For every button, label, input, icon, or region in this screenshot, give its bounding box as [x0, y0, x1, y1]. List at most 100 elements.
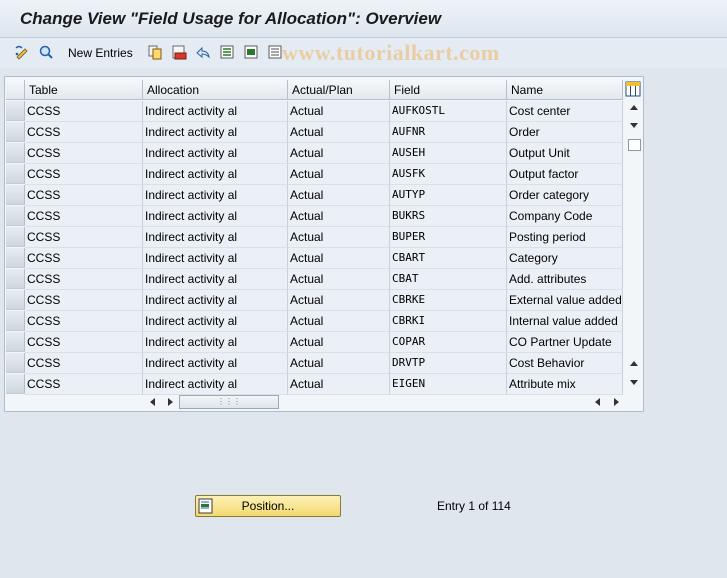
scroll-down-small-icon[interactable] [626, 118, 642, 132]
table-cell[interactable]: Indirect activity al [143, 164, 288, 185]
table-cell[interactable]: Attribute mix [507, 374, 623, 395]
table-cell[interactable]: Actual [288, 227, 390, 248]
table-cell[interactable]: DRVTP [390, 353, 507, 374]
table-cell[interactable]: CBRKE [390, 290, 507, 311]
table-cell[interactable]: CCSS [25, 164, 143, 185]
delete-icon[interactable] [171, 44, 187, 60]
table-cell[interactable]: Indirect activity al [143, 227, 288, 248]
table-cell[interactable]: Actual [288, 332, 390, 353]
table-cell[interactable]: Add. attributes [507, 269, 623, 290]
deselect-all-icon[interactable] [267, 44, 283, 60]
table-cell[interactable]: Indirect activity al [143, 290, 288, 311]
select-all-icon[interactable] [219, 44, 235, 60]
table-cell[interactable]: CCSS [25, 332, 143, 353]
horizontal-scroll-thumb[interactable]: ⋮⋮⋮ [179, 395, 279, 409]
table-cell[interactable]: BUKRS [390, 206, 507, 227]
table-cell[interactable]: Company Code [507, 206, 623, 227]
table-cell[interactable]: External value added [507, 290, 623, 311]
table-cell[interactable]: CCSS [25, 374, 143, 395]
table-cell[interactable]: Cost Behavior [507, 353, 623, 374]
row-selector[interactable] [6, 311, 25, 331]
table-cell[interactable]: EIGEN [390, 374, 507, 395]
table-cell[interactable]: CCSS [25, 227, 143, 248]
table-cell[interactable]: AUFKOSTL [390, 101, 507, 122]
table-cell[interactable]: CCSS [25, 353, 143, 374]
table-cell[interactable]: Indirect activity al [143, 248, 288, 269]
table-cell[interactable]: AUTYP [390, 185, 507, 206]
row-selector[interactable] [6, 164, 25, 184]
table-cell[interactable]: Actual [288, 290, 390, 311]
scroll-right-small-icon[interactable] [162, 395, 178, 409]
table-cell[interactable]: Actual [288, 143, 390, 164]
copy-icon[interactable] [147, 44, 163, 60]
table-cell[interactable]: CCSS [25, 311, 143, 332]
table-cell[interactable]: Actual [288, 185, 390, 206]
scroll-page-up-icon[interactable] [626, 357, 642, 371]
table-cell[interactable]: Actual [288, 206, 390, 227]
table-cell[interactable]: CCSS [25, 269, 143, 290]
scroll-right-icon[interactable] [608, 395, 624, 409]
row-selector[interactable] [6, 353, 25, 373]
scroll-page-left-icon[interactable] [590, 395, 606, 409]
table-cell[interactable]: Actual [288, 311, 390, 332]
table-cell[interactable]: CCSS [25, 185, 143, 206]
table-cell[interactable]: Order category [507, 185, 623, 206]
table-cell[interactable]: CO Partner Update [507, 332, 623, 353]
row-selector[interactable] [6, 101, 25, 121]
table-cell[interactable]: AUSFK [390, 164, 507, 185]
table-cell[interactable]: Actual [288, 269, 390, 290]
table-cell[interactable]: Output Unit [507, 143, 623, 164]
row-selector[interactable] [6, 374, 25, 394]
row-selector[interactable] [6, 185, 25, 205]
table-cell[interactable]: Indirect activity al [143, 143, 288, 164]
column-header-allocation[interactable]: Allocation [143, 80, 288, 100]
row-selector[interactable] [6, 227, 25, 247]
column-header-actual-plan[interactable]: Actual/Plan [288, 80, 390, 100]
table-cell[interactable]: Indirect activity al [143, 374, 288, 395]
table-cell[interactable]: Actual [288, 248, 390, 269]
column-header-table[interactable]: Table [25, 80, 143, 100]
table-cell[interactable]: Actual [288, 164, 390, 185]
table-settings-icon[interactable] [624, 80, 641, 98]
row-selector[interactable] [6, 206, 25, 226]
select-block-icon[interactable] [243, 44, 259, 60]
table-cell[interactable]: Indirect activity al [143, 353, 288, 374]
row-selector[interactable] [6, 269, 25, 289]
table-cell[interactable]: CCSS [25, 101, 143, 122]
horizontal-scrollbar[interactable]: ⋮⋮⋮ [145, 394, 625, 410]
vertical-scroll-thumb[interactable] [628, 139, 641, 151]
table-cell[interactable]: Actual [288, 374, 390, 395]
table-cell[interactable]: Actual [288, 101, 390, 122]
column-header-name[interactable]: Name [507, 80, 623, 100]
table-cell[interactable]: CBART [390, 248, 507, 269]
scroll-up-icon[interactable] [626, 101, 642, 115]
table-cell[interactable]: Indirect activity al [143, 185, 288, 206]
table-cell[interactable]: Output factor [507, 164, 623, 185]
row-selector[interactable] [6, 122, 25, 142]
table-cell[interactable]: Indirect activity al [143, 269, 288, 290]
table-cell[interactable]: Actual [288, 353, 390, 374]
table-cell[interactable]: Indirect activity al [143, 311, 288, 332]
scroll-down-icon[interactable] [626, 375, 642, 389]
table-cell[interactable]: Indirect activity al [143, 332, 288, 353]
table-cell[interactable]: Cost center [507, 101, 623, 122]
table-cell[interactable]: Indirect activity al [143, 101, 288, 122]
table-cell[interactable]: Order [507, 122, 623, 143]
table-cell[interactable]: CBAT [390, 269, 507, 290]
table-cell[interactable]: Actual [288, 122, 390, 143]
table-cell[interactable]: BUPER [390, 227, 507, 248]
new-entries-button[interactable]: New Entries [68, 46, 133, 60]
table-cell[interactable]: Internal value added [507, 311, 623, 332]
table-cell[interactable]: AUFNR [390, 122, 507, 143]
table-cell[interactable]: Posting period [507, 227, 623, 248]
table-cell[interactable]: CCSS [25, 206, 143, 227]
table-cell[interactable]: CCSS [25, 290, 143, 311]
table-cell[interactable]: CCSS [25, 122, 143, 143]
table-cell[interactable]: Indirect activity al [143, 122, 288, 143]
position-button[interactable]: Position... [195, 495, 341, 517]
table-cell[interactable]: CCSS [25, 248, 143, 269]
undo-icon[interactable] [195, 44, 211, 60]
vertical-scrollbar[interactable] [626, 101, 642, 393]
scroll-left-icon[interactable] [145, 395, 161, 409]
table-cell[interactable]: Indirect activity al [143, 206, 288, 227]
